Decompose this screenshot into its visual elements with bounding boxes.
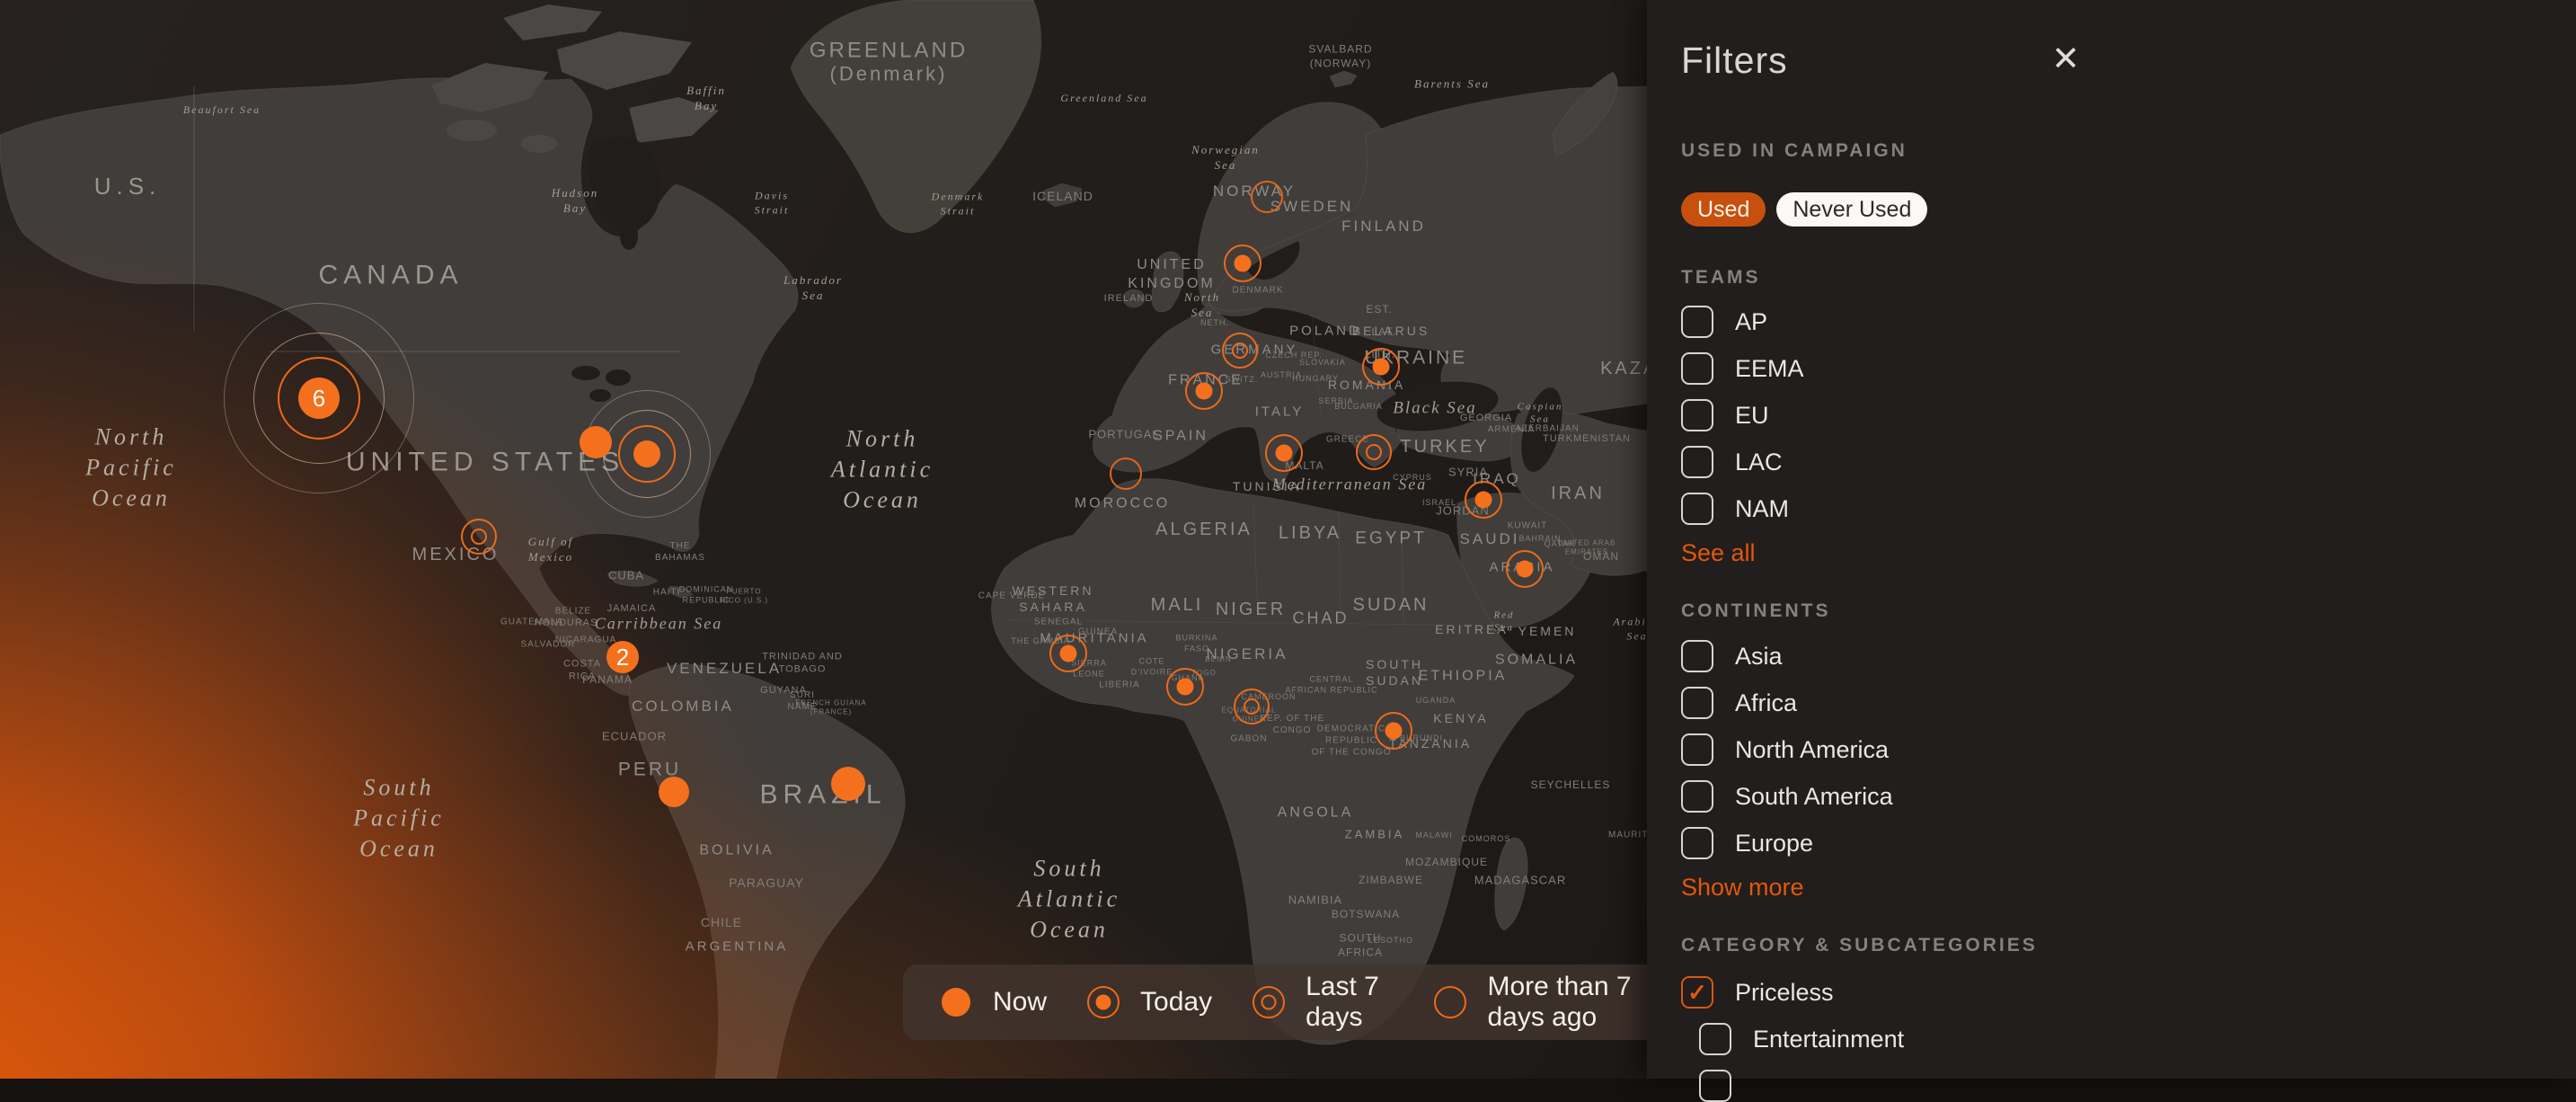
checkbox-label: Priceless <box>1735 979 1834 1007</box>
cluster-count: 6 <box>298 378 340 419</box>
today-legend-icon <box>1088 987 1119 1018</box>
now-dot <box>831 767 865 801</box>
checkbox-row-eema[interactable]: EEMA <box>1681 352 1804 385</box>
checkbox-checked[interactable]: ✓ <box>1681 976 1713 1009</box>
checkbox-unchecked[interactable] <box>1681 306 1713 338</box>
checkbox-row-priceless[interactable]: ✓ Priceless <box>1681 976 1904 1009</box>
legend-label: Now <box>993 987 1047 1018</box>
map-legend: Now Today Last 7 days More than 7 days ago <box>903 964 1667 1040</box>
today-dot <box>1235 255 1252 272</box>
checkbox-unchecked[interactable] <box>1681 640 1713 672</box>
marker-ring <box>1244 698 1260 715</box>
section-header-used-in-campaign: USED IN CAMPAIGN <box>1681 140 1908 162</box>
marker-ring <box>1251 181 1283 213</box>
now-dot <box>580 426 612 458</box>
checkbox-unchecked[interactable] <box>1681 687 1713 719</box>
checkbox-row-europe[interactable]: Europe <box>1681 827 1893 859</box>
used-filter-pill-used[interactable]: Used <box>1681 192 1766 227</box>
today-dot <box>1517 561 1534 578</box>
filters-panel: Filters ✕ USED IN CAMPAIGN Used Never Use… <box>1647 0 2576 1079</box>
today-dot <box>1196 383 1213 400</box>
checkbox-row-north-america[interactable]: North America <box>1681 733 1893 766</box>
now-legend-icon <box>941 987 971 1018</box>
teams-checkbox-list: AP EEMA EU LAC NAM <box>1681 306 1804 525</box>
marker-ring <box>1232 342 1248 359</box>
continents-show-more-link[interactable]: Show more <box>1681 874 1804 902</box>
continents-checkbox-list: Asia Africa North America South America Euro… <box>1681 640 1893 859</box>
checkbox-label: Entertainment <box>1753 1026 1904 1053</box>
checkbox-row-asia[interactable]: Asia <box>1681 640 1893 672</box>
today-dot <box>1060 645 1077 662</box>
checkbox-label: South America <box>1735 783 1893 811</box>
marker-ring <box>471 529 487 545</box>
cluster-count: 2 <box>606 641 639 673</box>
legend-item-now: Now <box>941 987 1047 1018</box>
section-header-continents: CONTINENTS <box>1681 600 1831 622</box>
checkbox-unchecked[interactable] <box>1699 1070 1731 1102</box>
checkbox-label: EEMA <box>1735 355 1804 383</box>
checkbox-row-blank[interactable] <box>1699 1070 1904 1102</box>
checkbox-label: LAC <box>1735 449 1783 476</box>
checkbox-unchecked[interactable] <box>1681 352 1713 385</box>
checkbox-unchecked[interactable] <box>1681 446 1713 478</box>
checkbox-row-africa[interactable]: Africa <box>1681 687 1893 719</box>
today-dot <box>1276 445 1293 462</box>
used-pill-group: Used Never Used <box>1681 192 1927 227</box>
now-dot <box>659 777 689 807</box>
checkbox-unchecked[interactable] <box>1699 1023 1731 1055</box>
checkbox-row-lac[interactable]: LAC <box>1681 446 1804 478</box>
legend-label: Today <box>1140 987 1212 1018</box>
checkbox-unchecked[interactable] <box>1681 827 1713 859</box>
checkbox-unchecked[interactable] <box>1681 780 1713 813</box>
checkbox-row-south-america[interactable]: South America <box>1681 780 1893 813</box>
checkbox-label: EU <box>1735 402 1769 430</box>
checkbox-label: North America <box>1735 736 1889 764</box>
today-dot <box>1475 492 1492 509</box>
checkbox-unchecked[interactable] <box>1681 733 1713 766</box>
checkbox-label: Asia <box>1735 643 1783 671</box>
cluster-count <box>633 440 660 467</box>
section-header-teams: TEAMS <box>1681 267 1761 289</box>
legend-item-today: Today <box>1088 987 1212 1018</box>
today-dot <box>1177 679 1194 696</box>
panel-title: Filters <box>1681 40 1788 82</box>
checkbox-row-eu[interactable]: EU <box>1681 399 1804 431</box>
checkbox-row-nam[interactable]: NAM <box>1681 493 1804 525</box>
legend-item-older: More than 7 days ago <box>1435 972 1667 1033</box>
today-dot <box>1373 359 1390 376</box>
checkbox-label: AP <box>1735 308 1767 336</box>
close-icon[interactable]: ✕ <box>2046 40 2085 79</box>
checkbox-label: Europe <box>1735 830 1813 858</box>
last7-legend-icon <box>1253 987 1284 1018</box>
teams-see-all-link[interactable]: See all <box>1681 539 1756 567</box>
today-dot <box>1385 723 1403 740</box>
legend-item-last7: Last 7 days <box>1253 972 1394 1033</box>
checkbox-row-entertainment[interactable]: Entertainment <box>1699 1023 1904 1055</box>
used-filter-pill-never-used[interactable]: Never Used <box>1776 192 1927 227</box>
checkbox-label: NAM <box>1735 495 1789 523</box>
section-header-category: CATEGORY & SUBCATEGORIES <box>1681 935 2038 956</box>
checkbox-unchecked[interactable] <box>1681 399 1713 431</box>
marker-ring <box>1110 458 1142 490</box>
checkbox-label: Africa <box>1735 689 1797 717</box>
older-legend-icon <box>1435 987 1465 1018</box>
legend-label: More than 7 days ago <box>1487 972 1667 1033</box>
checkbox-unchecked[interactable] <box>1681 493 1713 525</box>
category-checkbox-list: ✓ Priceless Entertainment <box>1681 976 1904 1102</box>
legend-label: Last 7 days <box>1306 972 1394 1033</box>
checkbox-row-ap[interactable]: AP <box>1681 306 1804 338</box>
marker-ring <box>1366 444 1382 460</box>
